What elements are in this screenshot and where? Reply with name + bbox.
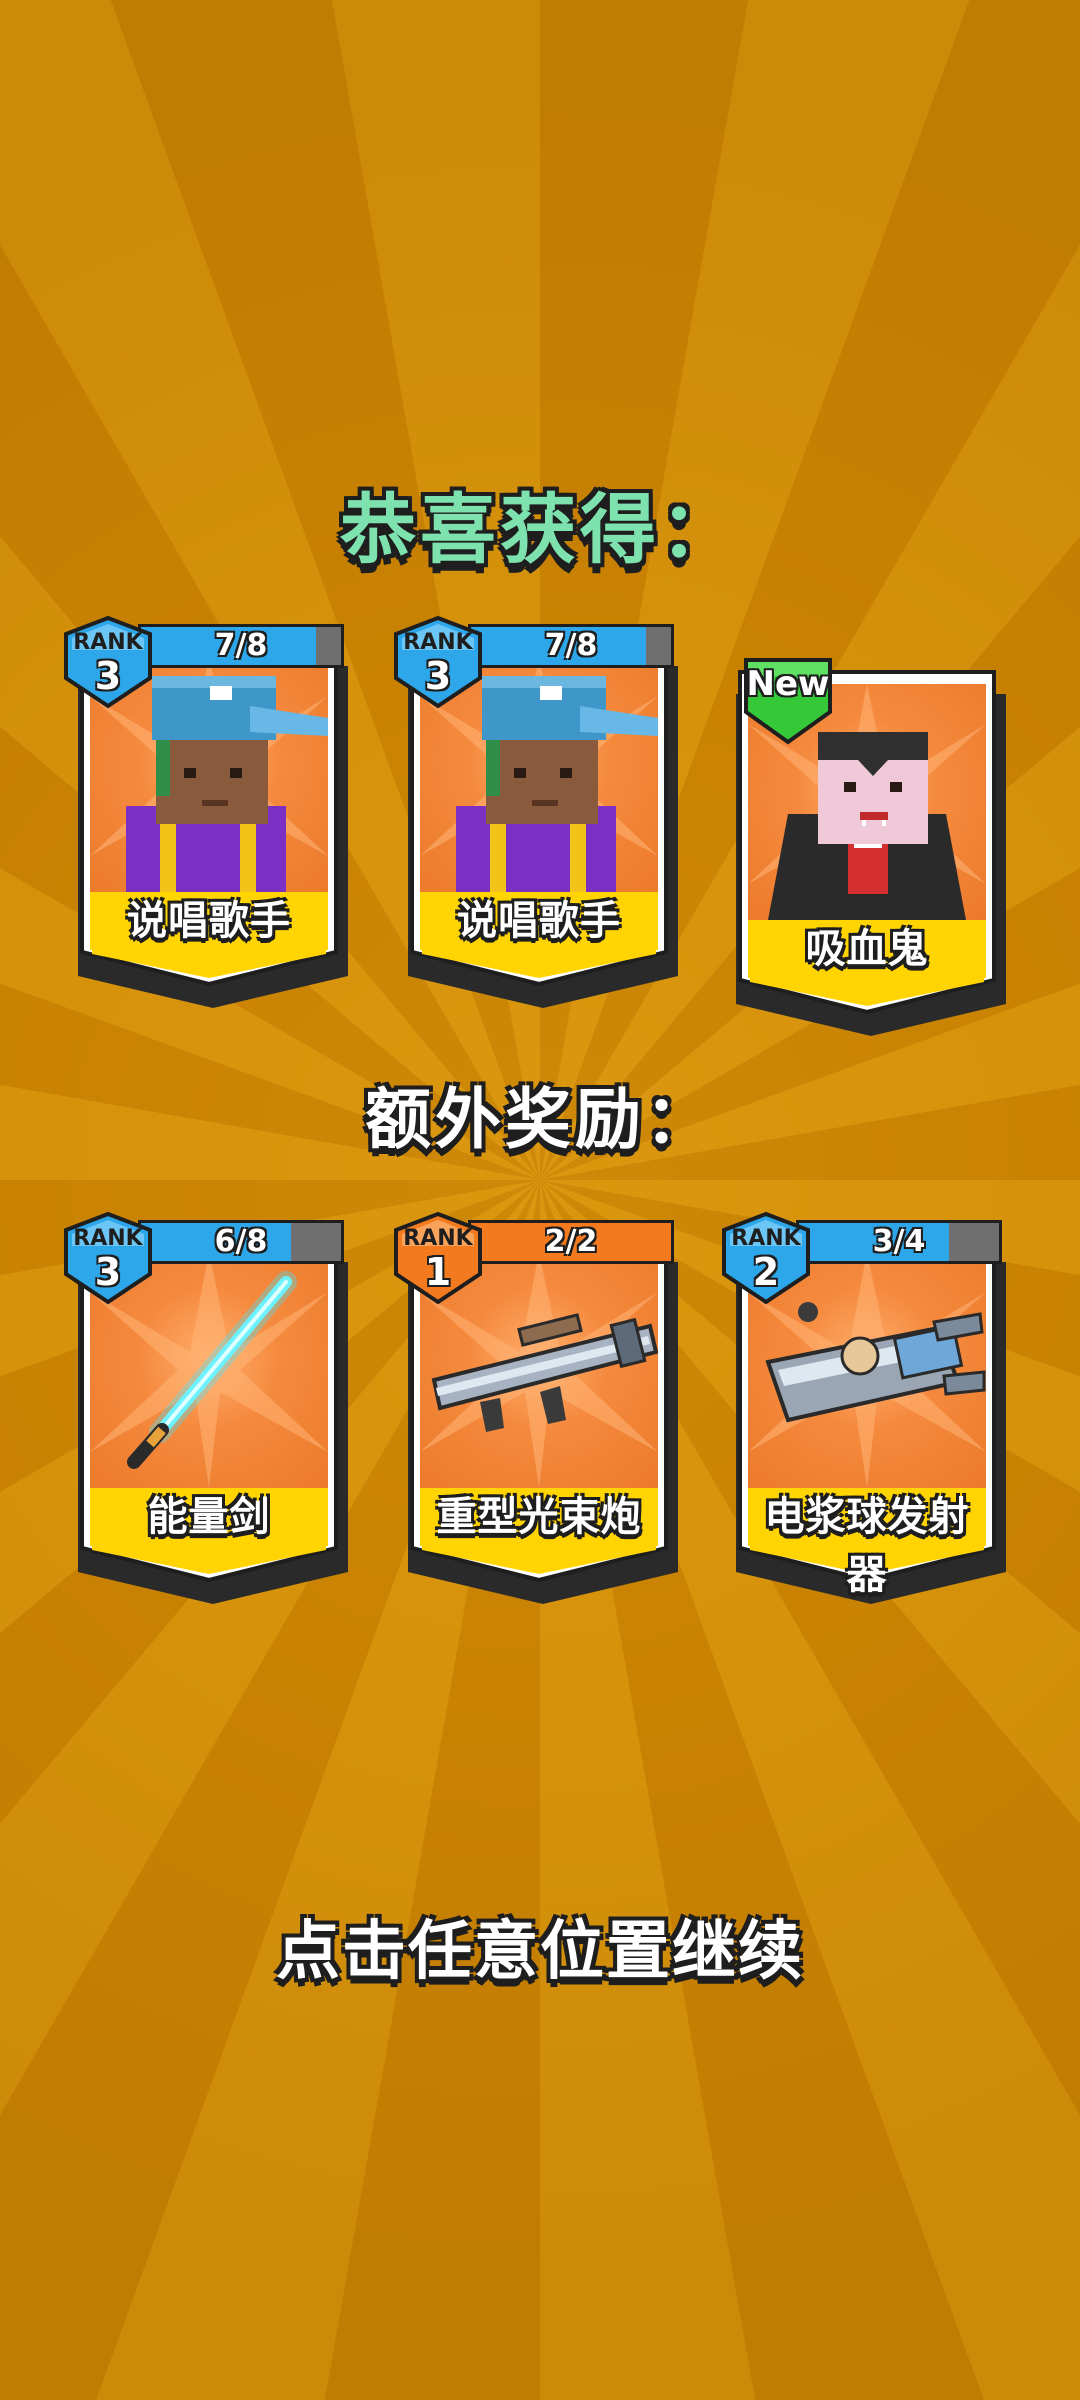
rank-badge: RANK 1 (390, 1210, 486, 1306)
new-label: New (746, 664, 830, 704)
progress-text: 6/8 (214, 1224, 268, 1259)
progress-bar: 6/8 (138, 1220, 344, 1264)
progress-bar: 3/4 (796, 1220, 1002, 1264)
reward-card-vampire: 吸血鬼 New (726, 658, 1008, 1036)
progress-text: 3/4 (872, 1224, 926, 1259)
rank-label: RANK (403, 1226, 473, 1251)
rank-value: 3 (94, 654, 122, 698)
tap-to-continue[interactable]: 点击任意位置继续 (0, 1900, 1080, 1992)
card-name: 电浆球发射器 (748, 1488, 986, 1598)
bonus-card-heavy-beam-cannon: 重型光束炮 2/2 RANK 1 (394, 1211, 680, 1604)
progress-bar: 2/2 (468, 1220, 674, 1264)
rank-value: 3 (424, 654, 452, 698)
rank-label: RANK (403, 630, 473, 655)
progress-bar: 7/8 (468, 624, 674, 668)
rank-value: 2 (752, 1250, 780, 1294)
reward-card-rapper-2: 说唱歌手 7/8 RANK 3 (394, 615, 680, 1008)
progress-text: 7/8 (544, 628, 598, 663)
card-name: 说唱歌手 (420, 892, 658, 950)
background-glow (0, 0, 1080, 2400)
rank-badge: RANK 2 (718, 1210, 814, 1306)
rank-badge: RANK 3 (60, 1210, 156, 1306)
card-name: 吸血鬼 (748, 920, 986, 978)
bonus-title: 额外奖励： (365, 1081, 715, 1158)
progress-text: 2/2 (544, 1224, 598, 1259)
progress-bar: 7/8 (138, 624, 344, 668)
bonus-card-energy-sword: 能量剑 6/8 RANK 3 (64, 1211, 350, 1604)
rank-value: 3 (94, 1250, 122, 1294)
rank-label: RANK (731, 1226, 801, 1251)
card-name: 重型光束炮 (420, 1488, 658, 1546)
reward-card-rapper-1: 说唱歌手 7/8 RANK 3 (64, 615, 350, 1008)
rewards-title: 恭喜获得： (340, 485, 740, 574)
card-name: 能量剑 (90, 1488, 328, 1546)
rank-value: 1 (424, 1250, 452, 1294)
rank-badge: RANK 3 (60, 614, 156, 710)
card-name: 说唱歌手 (90, 892, 328, 950)
rank-badge: RANK 3 (390, 614, 486, 710)
rank-label: RANK (73, 630, 143, 655)
rank-label: RANK (73, 1226, 143, 1251)
new-badge: New (740, 658, 836, 754)
bonus-card-plasma-ball-launcher: 电浆球发射器 3/4 RANK 2 (722, 1211, 1008, 1604)
progress-text: 7/8 (214, 628, 268, 663)
